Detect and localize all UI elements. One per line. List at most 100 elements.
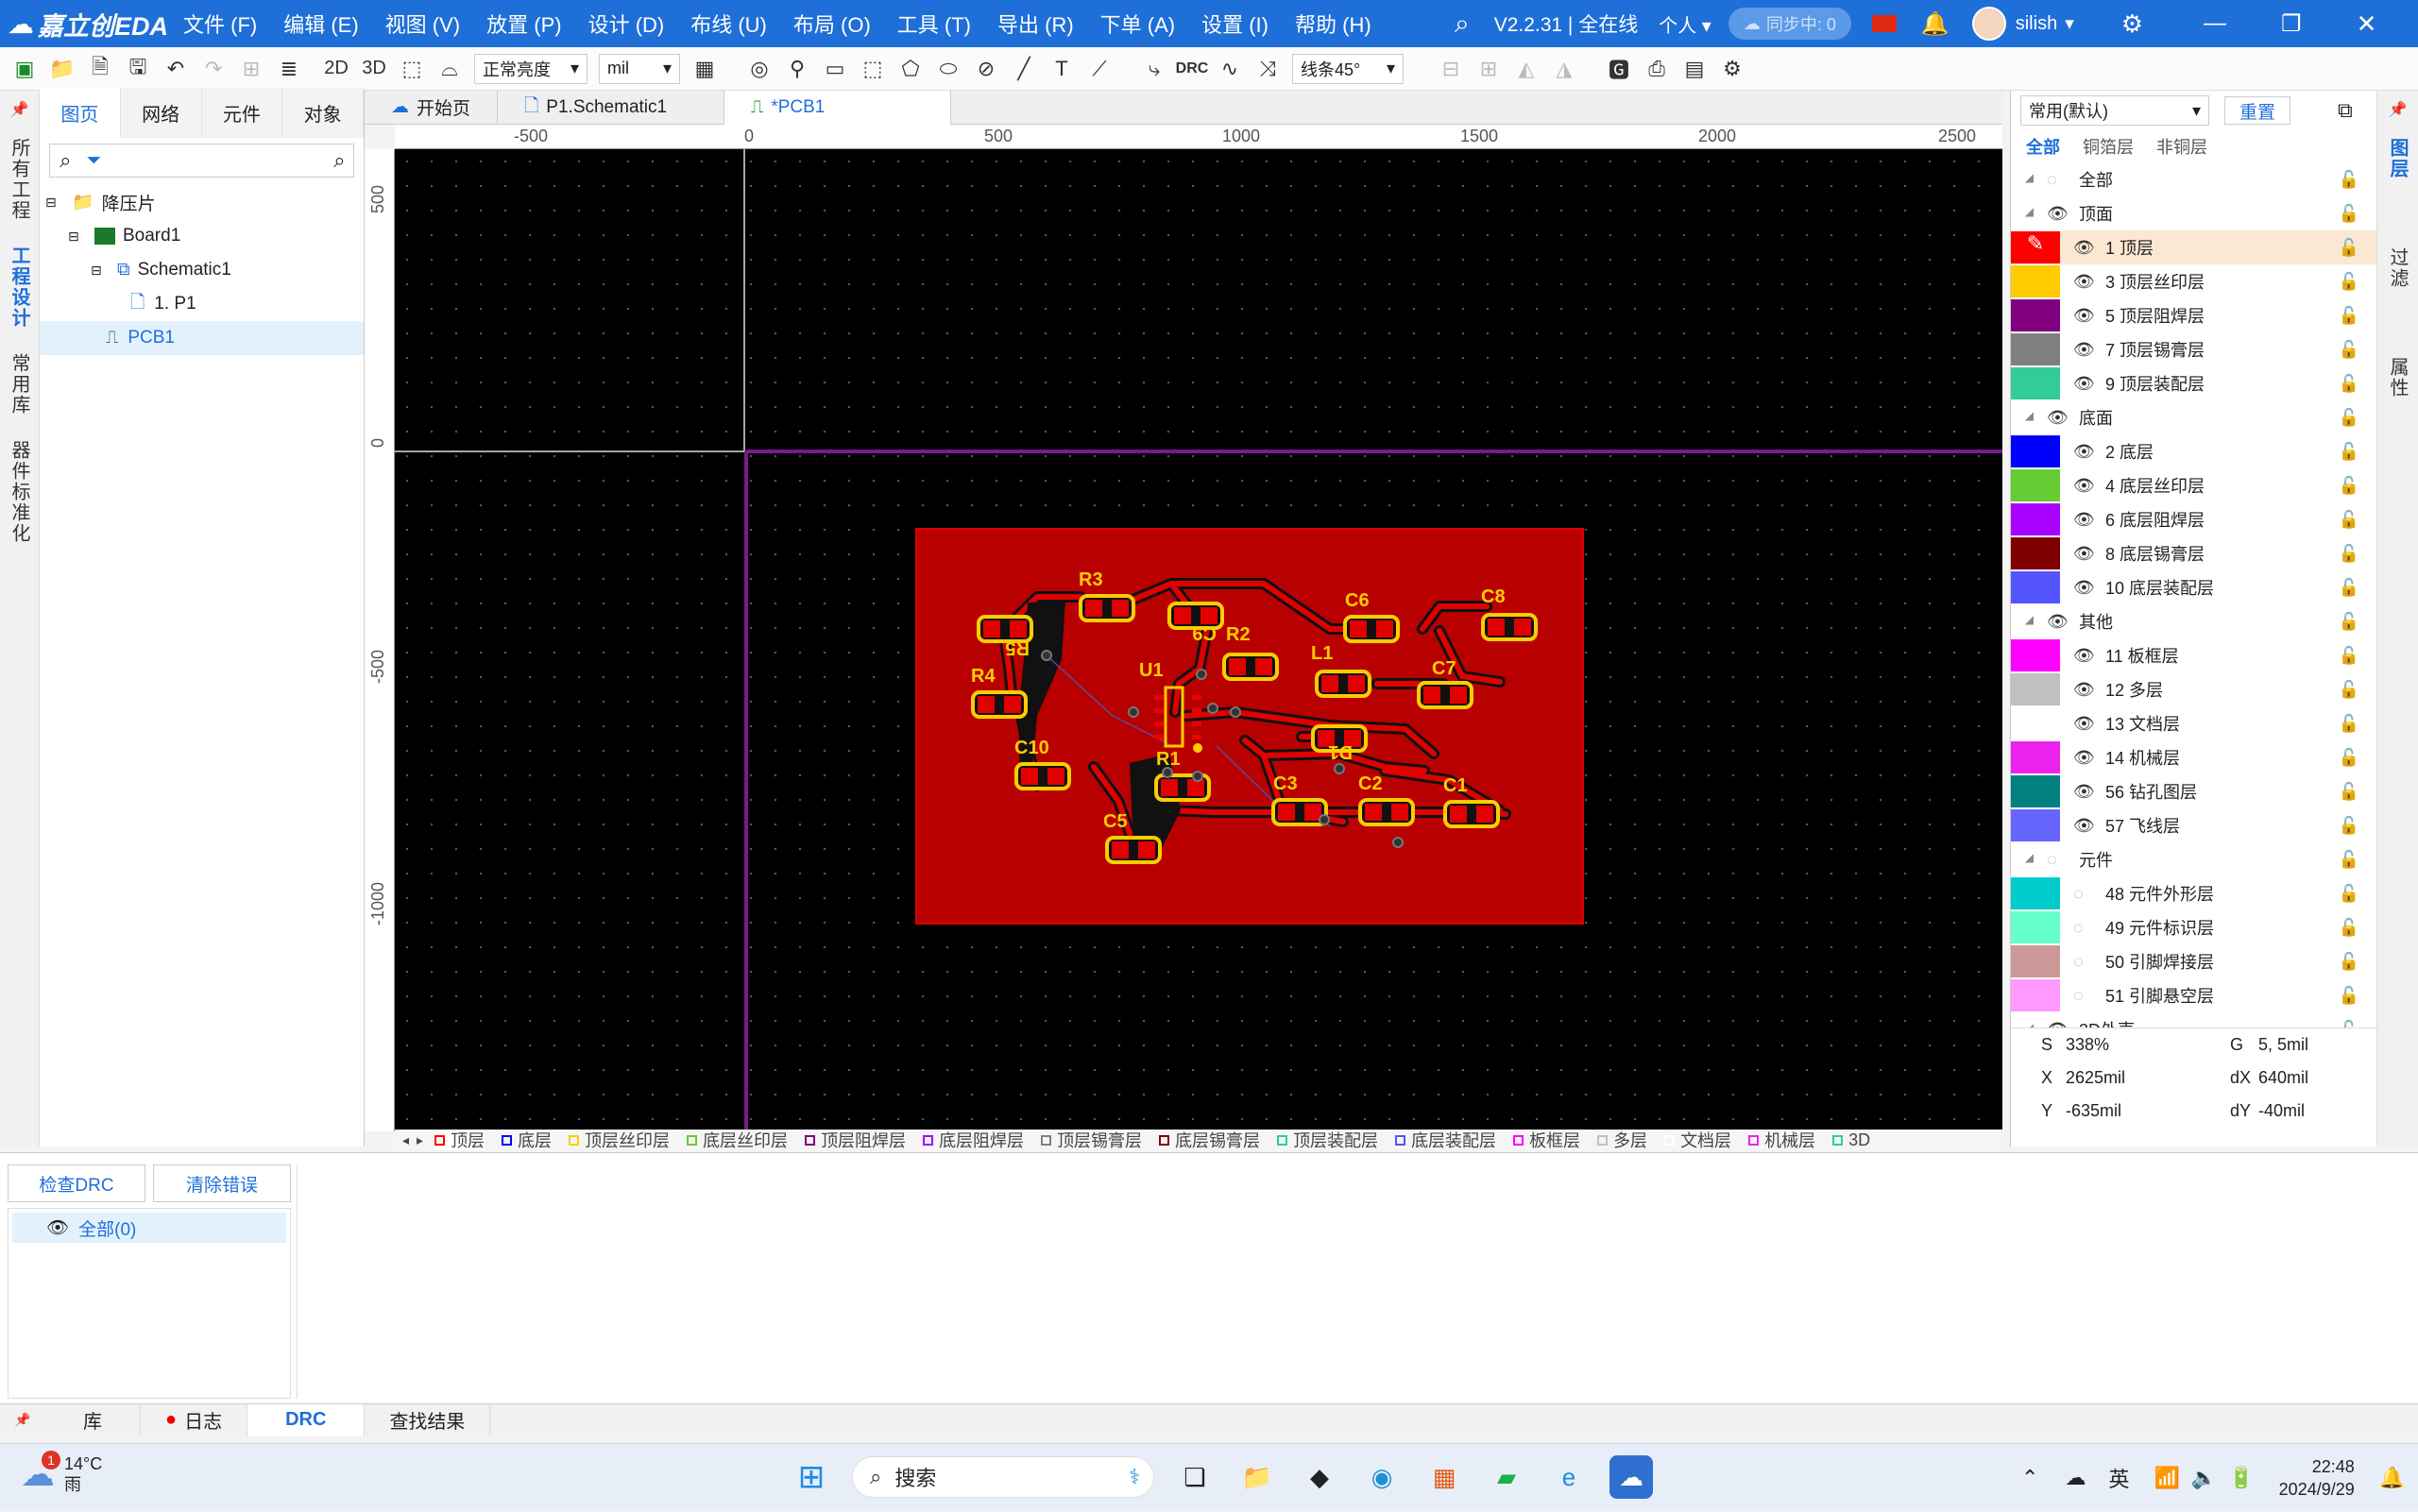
- layer-color-swatch[interactable]: [2011, 979, 2060, 1011]
- layer-row[interactable]: 👁 57 飞线层 🔓: [2011, 808, 2376, 842]
- layer-row[interactable]: ✎ 👁 1 顶层 🔓: [2011, 230, 2376, 264]
- tab-find-results[interactable]: 查找结果: [365, 1403, 491, 1436]
- smd-pad[interactable]: [1278, 804, 1295, 821]
- layer-row[interactable]: 👁 56 钻孔图层 🔓: [2011, 774, 2376, 808]
- wifi-icon[interactable]: 📶: [2154, 1466, 2179, 1490]
- smd-pad[interactable]: [1348, 675, 1365, 692]
- lock-icon[interactable]: 🔓: [2339, 884, 2359, 904]
- via[interactable]: [1392, 837, 1404, 848]
- unity-icon[interactable]: ◆: [1298, 1455, 1341, 1499]
- layer-row[interactable]: 👁 2 底层 🔓: [2011, 434, 2376, 468]
- tab-objects[interactable]: 对象: [282, 88, 364, 138]
- eye-icon[interactable]: 👁: [2073, 510, 2095, 530]
- zoom-area-icon[interactable]: ⬚: [393, 50, 431, 88]
- smd-pad[interactable]: [1010, 620, 1027, 637]
- diff-pair-icon[interactable]: ∿: [1211, 50, 1249, 88]
- eye-icon[interactable]: 👁: [2047, 408, 2069, 428]
- eye-icon[interactable]: 👁: [2073, 714, 2095, 734]
- smd-pad[interactable]: [1423, 687, 1440, 704]
- layer-strip-item[interactable]: 顶层装配层: [1277, 1130, 1378, 1150]
- via[interactable]: [1334, 763, 1345, 774]
- tab-nets[interactable]: 网络: [120, 88, 202, 138]
- tab-log[interactable]: ● 日志: [141, 1403, 248, 1436]
- minimize-icon[interactable]: —: [2204, 10, 2226, 37]
- component-footprint[interactable]: [1443, 800, 1500, 828]
- maximize-icon[interactable]: ❐: [2281, 10, 2302, 38]
- lock-icon[interactable]: 🔓: [2339, 170, 2359, 190]
- menu-item[interactable]: 放置 (P): [486, 8, 561, 39]
- layer-group-row[interactable]: ◢ ◌ 元件 🔓: [2011, 842, 2376, 876]
- smd-pad[interactable]: [1488, 619, 1505, 636]
- via[interactable]: [1192, 771, 1203, 782]
- weather-widget[interactable]: ☁ 1 14°C 雨: [21, 1451, 102, 1495]
- menu-item[interactable]: 帮助 (H): [1295, 8, 1371, 39]
- search-icon[interactable]: ⌕: [50, 148, 81, 173]
- layer-strip-item[interactable]: 多层: [1597, 1130, 1647, 1150]
- lock-icon[interactable]: 🔓: [2339, 544, 2359, 564]
- undo-icon[interactable]: ↶: [157, 50, 195, 88]
- smd-pad[interactable]: [1112, 600, 1129, 617]
- menu-item[interactable]: 设置 (I): [1201, 8, 1269, 39]
- flip-v-icon[interactable]: ◮: [1545, 50, 1583, 88]
- layer-row[interactable]: ◌ 50 引脚焊接层 🔓: [2011, 944, 2376, 978]
- lock-icon[interactable]: 🔓: [2339, 272, 2359, 292]
- highlight-icon[interactable]: ⌓: [431, 50, 468, 88]
- smd-pad[interactable]: [1138, 841, 1155, 858]
- fanout-icon[interactable]: ⤨: [1249, 50, 1286, 88]
- menu-item[interactable]: 导出 (R): [997, 8, 1074, 39]
- rect-icon[interactable]: ▭: [816, 50, 854, 88]
- dimension-icon[interactable]: ⟋: [1081, 50, 1118, 88]
- eye-off-icon[interactable]: ◌: [2073, 918, 2094, 938]
- eye-off-icon[interactable]: ◌: [2073, 952, 2094, 972]
- lock-icon[interactable]: 🔓: [2339, 782, 2359, 802]
- filter-copper[interactable]: 铜箔层: [2083, 134, 2134, 159]
- file-explorer-icon[interactable]: 📁: [1235, 1455, 1279, 1499]
- eye-icon[interactable]: 👁: [2073, 816, 2095, 836]
- windows-start-icon[interactable]: ⊞: [790, 1455, 833, 1499]
- no-entry-icon[interactable]: ⊘: [967, 50, 1005, 88]
- task-view-icon[interactable]: ❏: [1173, 1455, 1217, 1499]
- menu-item[interactable]: 文件 (F): [183, 8, 257, 39]
- probe-icon[interactable]: ⚲: [778, 50, 816, 88]
- smd-pad[interactable]: [1350, 620, 1367, 637]
- check-drc-button[interactable]: 检查DRC: [8, 1164, 145, 1202]
- layer-color-swatch[interactable]: [2011, 911, 2060, 943]
- layer-row[interactable]: 👁 7 顶层锡膏层 🔓: [2011, 332, 2376, 366]
- lock-icon[interactable]: 🔓: [2339, 714, 2359, 734]
- layer-row[interactable]: 👁 4 底层丝印层 🔓: [2011, 468, 2376, 502]
- preset-select[interactable]: 常用(默认) ▾: [2020, 95, 2209, 126]
- text-icon[interactable]: T: [1043, 50, 1081, 88]
- collapse-icon[interactable]: ⊟: [91, 263, 110, 279]
- smd-pad[interactable]: [1174, 607, 1191, 624]
- layer-color-swatch[interactable]: [2011, 639, 2060, 671]
- filter-all[interactable]: 全部: [2026, 134, 2060, 159]
- eye-icon[interactable]: 👁: [2073, 544, 2095, 564]
- menu-item[interactable]: 工具 (T): [897, 8, 971, 39]
- layer-strip-item[interactable]: 顶层丝印层: [569, 1130, 670, 1150]
- layer-strip-item[interactable]: 机械层: [1748, 1130, 1815, 1150]
- camera-icon[interactable]: ⎙: [1638, 50, 1676, 88]
- layer-row[interactable]: ◌ 51 引脚悬空层 🔓: [2011, 978, 2376, 1012]
- layer-color-swatch[interactable]: [2011, 435, 2060, 467]
- lock-icon[interactable]: 🔓: [2339, 476, 2359, 496]
- layer-color-swatch[interactable]: [2011, 707, 2060, 739]
- tab-start-page[interactable]: ☁ 开始页: [365, 90, 499, 125]
- gerber-icon[interactable]: 🅶: [1600, 50, 1638, 88]
- smd-pad[interactable]: [1450, 687, 1467, 704]
- layer-color-swatch[interactable]: [2011, 367, 2060, 399]
- bell-icon[interactable]: 🔔: [1921, 10, 1950, 38]
- lceda-app-icon[interactable]: ☁: [1609, 1455, 1653, 1499]
- search-icon[interactable]: ⌕: [326, 148, 353, 173]
- menu-item[interactable]: 下单 (A): [1100, 8, 1175, 39]
- cloud-off-icon[interactable]: ☁: [2065, 1466, 2086, 1490]
- layer-strip-item[interactable]: 顶层阻焊层: [805, 1130, 906, 1150]
- layer-row[interactable]: ◌ 48 元件外形层 🔓: [2011, 876, 2376, 910]
- eye-icon[interactable]: 👁: [2073, 374, 2095, 394]
- eye-off-icon[interactable]: ◌: [2073, 884, 2094, 904]
- avatar[interactable]: [1971, 7, 2006, 41]
- close-icon[interactable]: ✕: [2357, 9, 2377, 39]
- layer-row[interactable]: 👁 10 底层装配层 🔓: [2011, 570, 2376, 604]
- filter-icon[interactable]: ⏷: [81, 150, 107, 172]
- view-2d-button[interactable]: 2D: [317, 50, 355, 88]
- component-footprint[interactable]: [1315, 670, 1371, 698]
